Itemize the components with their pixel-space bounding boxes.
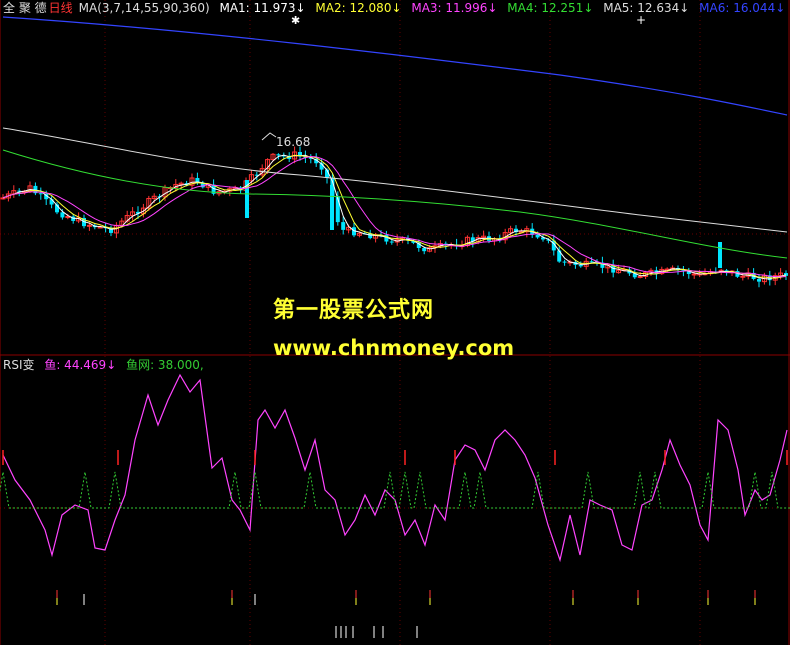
- ma4-value: MA4: 12.251: [507, 1, 584, 15]
- candle-body: [276, 154, 281, 156]
- high-marker-label: 16.68: [276, 135, 310, 149]
- watermark-url: www.chnmoney.com: [273, 336, 515, 360]
- ma3-arrow: ↓: [487, 1, 498, 15]
- ma6-arrow: ↓: [775, 1, 786, 15]
- candle-body: [589, 261, 594, 263]
- ma5-arrow: ↓: [679, 1, 690, 15]
- stock-name[interactable]: 全 聚 德: [3, 1, 47, 15]
- ma2-value: MA2: 12.080: [315, 1, 392, 15]
- rsi-net-line: [0, 471, 790, 509]
- candle-body: [535, 234, 540, 238]
- candle-body: [38, 193, 43, 195]
- ma-params: MA(3,7,14,55,90,360): [78, 1, 210, 15]
- watermark-title: 第一股票公式网: [273, 298, 435, 323]
- candle-body-spike: [330, 185, 334, 230]
- price-header: 全 聚 德日线 MA(3,7,14,55,90,360) MA1: 11.973↓…: [3, 1, 790, 15]
- ma6-value: MA6: 16.044: [699, 1, 776, 15]
- candle-body: [757, 278, 761, 282]
- candle-body: [422, 248, 427, 252]
- candle-body: [60, 212, 65, 218]
- candle-body: [341, 222, 346, 230]
- rsi-name[interactable]: RSI变: [3, 358, 35, 372]
- candle-body: [389, 241, 394, 243]
- rsi-net-value: 鱼网: 38.000,: [126, 358, 204, 372]
- rsi-fish-value: 鱼: 44.469: [44, 358, 107, 372]
- ma3-value: MA3: 11.996: [411, 1, 488, 15]
- ma1-arrow: ↓: [295, 1, 306, 15]
- candle-body: [740, 275, 746, 278]
- candle-body: [49, 199, 54, 205]
- ma2-arrow: ↓: [391, 1, 402, 15]
- candle-body: [691, 273, 697, 276]
- ma5-value: MA5: 12.634: [603, 1, 680, 15]
- candle-body: [86, 224, 92, 227]
- rsi-header: RSI变 鱼: 44.469↓ 鱼网: 38.000,: [3, 358, 210, 372]
- high-marker-pointer: [261, 132, 277, 141]
- period-label[interactable]: 日线: [49, 1, 73, 15]
- ma4-arrow: ↓: [583, 1, 594, 15]
- candle-body: [562, 261, 567, 263]
- rsi-fish-line: [2, 373, 788, 563]
- candle-body: [0, 197, 6, 200]
- candle-body-spike: [718, 242, 722, 268]
- ma1-value: MA1: 11.973: [219, 1, 296, 15]
- ma6-line: [2, 16, 788, 116]
- ma1-line: [2, 154, 787, 280]
- header-marker-star: ✱: [291, 14, 300, 27]
- ma3-line: [2, 155, 787, 278]
- candle-body: [578, 264, 583, 267]
- candle-body: [637, 275, 643, 278]
- header-marker-plus: +: [636, 13, 646, 27]
- rsi-fish-arrow: ↓: [106, 358, 117, 372]
- ma2-line: [2, 154, 787, 279]
